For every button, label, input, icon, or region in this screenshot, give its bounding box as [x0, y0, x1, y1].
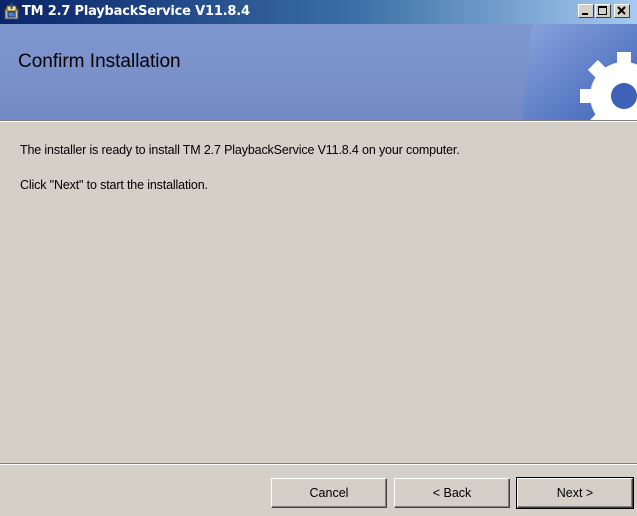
- close-icon: [617, 6, 626, 15]
- header-divider-highlight: [0, 121, 637, 122]
- next-button[interactable]: Next >: [516, 477, 634, 509]
- cancel-button[interactable]: Cancel: [271, 478, 387, 508]
- back-button[interactable]: < Back: [394, 478, 510, 508]
- instruction-message: Click "Next" to start the installation.: [20, 178, 208, 192]
- minimize-button[interactable]: [578, 4, 594, 18]
- minimize-icon: [582, 13, 588, 15]
- close-button[interactable]: [614, 4, 630, 18]
- ready-message: The installer is ready to install TM 2.7…: [20, 143, 460, 157]
- window-title: TM 2.7 PlaybackService V11.8.4: [22, 4, 250, 19]
- maximize-icon: [598, 6, 607, 15]
- footer-divider-highlight: [0, 464, 637, 465]
- installer-package-icon: [3, 3, 21, 21]
- title-bar[interactable]: TM 2.7 PlaybackService V11.8.4: [0, 0, 637, 24]
- installer-window: TM 2.7 PlaybackService V11.8.4 Confirm I…: [0, 0, 637, 516]
- gear-icon: [522, 24, 637, 120]
- page-title: Confirm Installation: [18, 51, 181, 72]
- header-banner: Confirm Installation: [0, 24, 637, 120]
- maximize-button[interactable]: [595, 4, 611, 18]
